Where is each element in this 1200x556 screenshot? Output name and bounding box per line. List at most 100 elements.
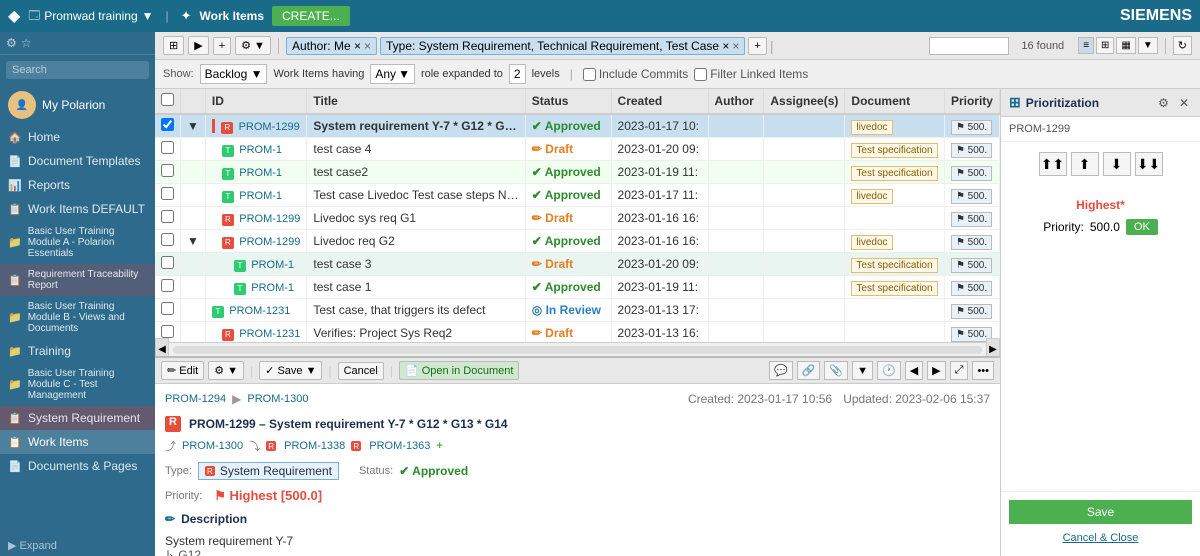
list-view-btn[interactable]: ≡ <box>1078 37 1094 54</box>
row-expand-cell[interactable]: ▼ <box>181 230 206 253</box>
table-row[interactable]: T PROM-1 Test case Livedoc Test case ste… <box>155 184 1000 207</box>
sidebar-item-work-items[interactable]: 📋 Work Items <box>0 430 155 454</box>
grid-icon-btn[interactable]: ⊞ <box>163 36 184 55</box>
open-doc-btn[interactable]: 📄 Open in Document <box>399 361 519 380</box>
row-checkbox[interactable] <box>161 187 174 200</box>
filter-btn[interactable]: ▼ <box>852 361 873 380</box>
row-expand-cell[interactable] <box>181 322 206 343</box>
breadcrumb-link-1[interactable]: PROM-1294 <box>165 393 226 405</box>
play-btn[interactable]: ▶ <box>188 36 208 55</box>
row-checkbox[interactable] <box>161 279 174 292</box>
card-view-btn[interactable]: ▦ <box>1116 37 1135 54</box>
sidebar-item-reports[interactable]: 📊 Reports <box>0 173 155 197</box>
row-expand-cell[interactable]: ▼ <box>181 114 206 138</box>
child-link-1[interactable]: PROM-1338 <box>284 440 345 452</box>
gear-dropdown-btn[interactable]: ⚙ ▼ <box>208 361 244 380</box>
item-id-link[interactable]: PROM-1231 <box>229 305 290 317</box>
prev-btn[interactable]: ◀ <box>905 361 923 380</box>
sidebar-item-training[interactable]: 📁 Training <box>0 339 155 363</box>
more-view-btn[interactable]: ▼ <box>1138 37 1158 54</box>
row-expand-cell[interactable] <box>181 161 206 184</box>
row-checkbox[interactable] <box>161 256 174 269</box>
filter-author-tag[interactable]: Author: Me × × <box>286 37 377 55</box>
doc-badge[interactable]: livedoc <box>851 189 892 204</box>
levels-dropdown[interactable]: 2 <box>509 64 526 84</box>
clock-btn[interactable]: 🕐 <box>877 361 901 380</box>
include-commits-input[interactable] <box>583 68 596 81</box>
parent-link[interactable]: PROM-1300 <box>182 440 243 452</box>
doc-badge[interactable]: Test specification <box>851 166 937 181</box>
gear-btn[interactable]: ⚙ ▼ <box>235 36 271 55</box>
panel-save-btn[interactable]: Save <box>1009 500 1192 524</box>
save-btn[interactable]: ✓ Save ▼ <box>259 361 322 380</box>
comment-btn[interactable]: 💬 <box>769 361 793 380</box>
filter-type-tag[interactable]: Type: System Requirement, Technical Requ… <box>380 37 745 55</box>
table-row[interactable]: T PROM-1 test case 4 ✏ Draft 2023-01-20 … <box>155 138 1000 161</box>
search-input[interactable] <box>6 61 149 79</box>
table-row[interactable]: T PROM-1 test case2 ✔ Approved 2023-01-1… <box>155 161 1000 184</box>
col-header-created[interactable]: Created <box>611 89 708 114</box>
col-header-title[interactable]: Title <box>307 89 525 114</box>
col-header-id[interactable]: ID <box>205 89 306 114</box>
row-expand-cell[interactable] <box>181 253 206 276</box>
col-header-assignee[interactable]: Assignee(s) <box>764 89 845 114</box>
cancel-btn[interactable]: Cancel <box>338 362 384 380</box>
row-checkbox[interactable] <box>161 164 174 177</box>
up-priority-btn[interactable]: ⬆ <box>1071 152 1099 176</box>
star-icon[interactable]: ☆ <box>21 36 32 50</box>
edit-btn[interactable]: ✏ Edit <box>161 361 204 380</box>
filter-linked-input[interactable] <box>694 68 707 81</box>
sidebar-item-doc-templates[interactable]: 📄 Document Templates <box>0 149 155 173</box>
row-checkbox[interactable] <box>161 118 174 131</box>
filter-type-remove[interactable]: × <box>732 39 739 53</box>
add-filter-btn[interactable]: + <box>748 37 766 55</box>
sidebar-expand-btn[interactable]: ▶ Expand <box>0 535 155 556</box>
sidebar-item-docs-pages[interactable]: 📄 Documents & Pages <box>0 454 155 478</box>
priority-ok-btn[interactable]: OK <box>1126 219 1158 235</box>
settings-icon[interactable]: ⚙ <box>6 36 17 50</box>
sidebar-item-home[interactable]: 🏠 Home <box>0 125 155 149</box>
table-row[interactable]: ▼ R PROM-1299 Livedoc req G2 ✔ Approved … <box>155 230 1000 253</box>
backlog-dropdown[interactable]: Backlog ▼ <box>200 64 268 84</box>
item-id-link[interactable]: PROM-1299 <box>239 213 300 225</box>
sidebar-item-req-trace[interactable]: 📋 Requirement Traceability Report <box>0 264 155 296</box>
row-expand-cell[interactable] <box>181 184 206 207</box>
bottom-priority-btn[interactable]: ⬇⬇ <box>1135 152 1163 176</box>
item-id-link[interactable]: PROM-1 <box>239 167 282 179</box>
expand-icon[interactable]: ▼ <box>187 234 199 248</box>
include-commits-checkbox[interactable]: Include Commits <box>583 67 688 81</box>
more-btn[interactable]: ••• <box>972 361 994 380</box>
item-id-link[interactable]: PROM-1 <box>239 190 282 202</box>
h-scrollbar[interactable]: ◀ ▶ <box>155 342 1000 356</box>
col-header-author[interactable]: Author <box>708 89 764 114</box>
any-dropdown[interactable]: Any ▼ <box>370 64 415 84</box>
down-priority-btn[interactable]: ⬇ <box>1103 152 1131 176</box>
row-expand-cell[interactable] <box>181 138 206 161</box>
item-id-link[interactable]: PROM-1299 <box>239 236 300 248</box>
item-id-link[interactable]: PROM-1 <box>251 259 294 271</box>
table-row[interactable]: ▼ R PROM-1299 System requirement Y-7 * G… <box>155 114 1000 138</box>
table-row[interactable]: R PROM-1231 Verifies: Project Sys Req2 ✏… <box>155 322 1000 343</box>
plus-btn[interactable]: + <box>213 37 231 55</box>
top-priority-btn[interactable]: ⬆⬆ <box>1039 152 1067 176</box>
create-button[interactable]: CREATE... <box>272 6 350 26</box>
item-id-link[interactable]: PROM-1299 <box>239 121 300 133</box>
row-checkbox[interactable] <box>161 210 174 223</box>
quick-search-input[interactable] <box>929 37 1009 55</box>
filter-author-remove[interactable]: × <box>364 39 371 53</box>
col-header-document[interactable]: Document <box>845 89 945 114</box>
sidebar-item-training-b[interactable]: 📁 Basic User Training Module B - Views a… <box>0 296 155 339</box>
col-header-checkbox[interactable] <box>155 89 181 114</box>
project-label[interactable]: 🗔 Promwad training ▼ <box>28 7 153 26</box>
refresh-btn[interactable]: ↻ <box>1173 36 1192 55</box>
row-expand-cell[interactable] <box>181 299 206 322</box>
doc-badge[interactable]: livedoc <box>851 235 892 250</box>
table-row[interactable]: R PROM-1299 Livedoc sys req G1 ✏ Draft 2… <box>155 207 1000 230</box>
expand-detail-btn[interactable]: ⤢ <box>950 361 969 380</box>
row-expand-cell[interactable] <box>181 207 206 230</box>
link-btn[interactable]: 🔗 <box>797 361 821 380</box>
item-id-link[interactable]: PROM-1231 <box>239 328 300 340</box>
table-view-btn[interactable]: ⊞ <box>1096 37 1114 54</box>
doc-badge[interactable]: livedoc <box>851 120 892 135</box>
row-checkbox[interactable] <box>161 302 174 315</box>
